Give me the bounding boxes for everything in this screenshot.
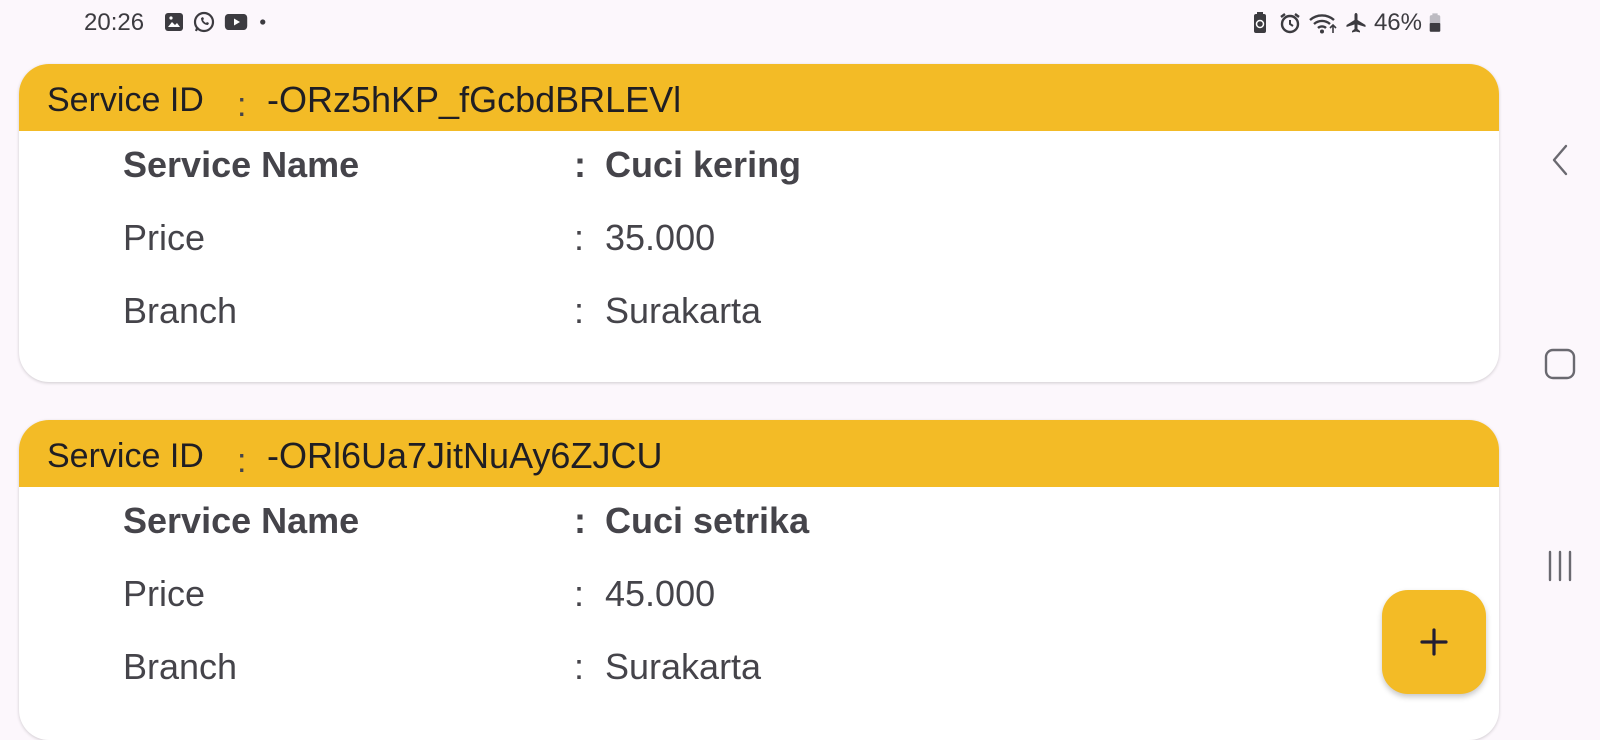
colon: :	[574, 144, 586, 185]
colon: :	[574, 500, 586, 541]
alarm-icon	[1280, 13, 1300, 34]
system-icons: 46%	[1248, 9, 1442, 37]
service-id-value: -ORz5hKP_fGcbdBRLEVl	[267, 79, 682, 120]
branch-value: Surakarta	[605, 290, 762, 331]
service-name-label: Service Name	[123, 144, 360, 185]
navigation-bar	[1520, 0, 1600, 720]
notification-icons	[162, 10, 274, 34]
service-card[interactable]: Service ID : -ORz5hKP_fGcbdBRLEVl Servic…	[19, 64, 1499, 382]
add-service-button[interactable]	[1382, 590, 1486, 694]
service-name-value: Cuci setrika	[605, 500, 810, 541]
colon: :	[574, 290, 585, 331]
colon: :	[574, 646, 585, 687]
colon: :	[237, 86, 247, 124]
price-row: Price : 35.000	[19, 217, 1499, 267]
branch-row: Branch : Surakarta	[19, 290, 1499, 340]
price-label: Price	[123, 217, 206, 258]
recents-icon	[1548, 550, 1572, 582]
service-name-label: Service Name	[123, 500, 360, 541]
back-button[interactable]	[1520, 120, 1600, 200]
battery-saver-icon	[1253, 12, 1266, 33]
battery-percent: 46%	[1373, 9, 1422, 36]
price-label: Price	[123, 573, 206, 614]
home-button[interactable]	[1520, 324, 1600, 404]
recents-button[interactable]	[1520, 526, 1600, 606]
dot-icon	[260, 19, 266, 25]
colon: :	[574, 217, 585, 258]
wifi-icon	[1309, 14, 1337, 34]
colon: :	[237, 442, 247, 480]
card-header: Service ID : -ORl6Ua7JitNuAy6ZJCU	[19, 420, 1499, 487]
battery-icon	[1429, 13, 1441, 32]
branch-label: Branch	[123, 646, 238, 687]
airplane-mode-icon	[1346, 13, 1366, 33]
service-name-row: Service Name : Cuci kering	[19, 144, 1499, 194]
service-id-label: Service ID	[47, 437, 204, 475]
branch-label: Branch	[123, 290, 238, 331]
plus-icon	[1420, 628, 1448, 656]
image-icon	[165, 13, 183, 31]
price-value: 35.000	[605, 217, 716, 258]
home-icon	[1544, 348, 1576, 380]
price-row: Price : 45.000	[19, 573, 1499, 623]
price-value: 45.000	[605, 573, 716, 614]
youtube-icon	[224, 14, 248, 30]
status-time: 20:26	[84, 9, 145, 36]
card-header: Service ID : -ORz5hKP_fGcbdBRLEVl	[19, 64, 1499, 131]
service-id-value: -ORl6Ua7JitNuAy6ZJCU	[267, 435, 663, 476]
service-name-row: Service Name : Cuci setrika	[19, 500, 1499, 550]
back-icon	[1552, 144, 1568, 176]
service-name-value: Cuci kering	[605, 144, 802, 185]
branch-value: Surakarta	[605, 646, 762, 687]
branch-row: Branch : Surakarta	[19, 646, 1499, 696]
service-id-label: Service ID	[47, 81, 204, 119]
service-card[interactable]: Service ID : -ORl6Ua7JitNuAy6ZJCU Servic…	[19, 420, 1499, 740]
whatsapp-icon	[193, 11, 215, 33]
colon: :	[574, 573, 585, 614]
status-bar: 20:26 46%	[0, 0, 1520, 44]
